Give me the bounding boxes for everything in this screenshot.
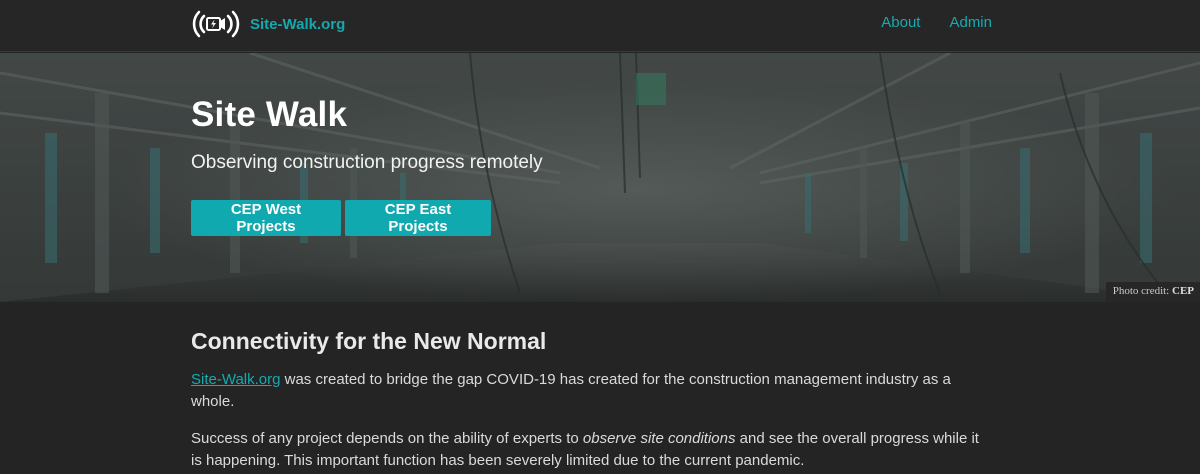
brand-link[interactable]: Site-Walk.org xyxy=(190,7,345,41)
main-content: Connectivity for the New Normal Site-Wal… xyxy=(191,328,991,474)
nav-links: About Admin xyxy=(852,14,992,31)
cep-east-projects-button[interactable]: CEP East Projects xyxy=(345,200,491,236)
photo-credit-label: Photo credit: xyxy=(1112,285,1172,297)
brand-name: Site-Walk.org xyxy=(250,15,346,33)
success-text-emphasis: observe site conditions xyxy=(582,430,736,447)
success-paragraph: Success of any project depends on the ab… xyxy=(191,428,991,472)
intro-paragraph: Site-Walk.org was created to bridge the … xyxy=(191,369,991,413)
section-heading: Connectivity for the New Normal xyxy=(191,328,547,354)
navbar: Site-Walk.org About Admin xyxy=(0,0,1200,52)
hero-banner: Site Walk Observing construction progres… xyxy=(0,53,1200,302)
broadcast-camera-icon xyxy=(192,10,240,38)
nav-link-about[interactable]: About xyxy=(881,14,920,31)
hero-subtitle: Observing construction progress remotely xyxy=(191,152,543,173)
intro-paragraph-text: was created to bridge the gap COVID-19 h… xyxy=(191,371,951,410)
hero-title: Site Walk xyxy=(191,95,348,134)
site-walk-link[interactable]: Site-Walk.org xyxy=(191,371,280,388)
success-text-before: Success of any project depends on the ab… xyxy=(191,430,583,447)
photo-credit: Photo credit: CEP xyxy=(1105,282,1200,302)
nav-link-admin[interactable]: Admin xyxy=(949,14,992,31)
photo-credit-name: CEP xyxy=(1172,285,1194,297)
hero-background-image xyxy=(0,53,1200,302)
cep-west-projects-button[interactable]: CEP West Projects xyxy=(191,200,341,236)
